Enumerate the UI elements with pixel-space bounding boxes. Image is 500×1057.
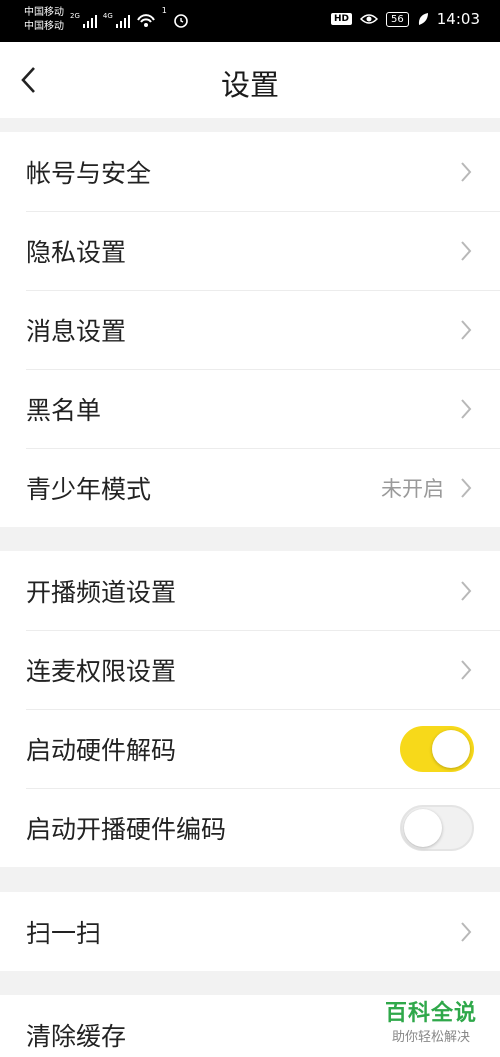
settings-group-live: 开播频道设置 连麦权限设置 启动硬件解码 启动开播硬件编码 xyxy=(0,551,500,867)
settings-item-messages[interactable]: 消息设置 xyxy=(0,290,500,369)
signal-icon: 2G xyxy=(70,12,97,28)
toggle-knob xyxy=(404,808,442,847)
settings-item-label: 隐私设置 xyxy=(26,237,127,267)
settings-item-label: 清除缓存 xyxy=(26,1021,127,1051)
watermark-title: 百科全说 xyxy=(384,1001,477,1026)
toggle-knob xyxy=(432,729,470,768)
settings-item-privacy[interactable]: 隐私设置 xyxy=(0,211,500,290)
settings-item-label: 青少年模式 xyxy=(26,474,152,504)
watermark-logo: 百科全说 助你轻松解决 xyxy=(370,999,492,1053)
page-title: 设置 xyxy=(220,68,279,102)
carrier-1: 中国移动 xyxy=(24,7,64,18)
watermark-subtitle: 助你轻松解决 xyxy=(391,1030,470,1045)
carrier-2: 中国移动 xyxy=(24,21,64,32)
alarm-icon xyxy=(174,14,188,28)
chevron-right-icon xyxy=(461,240,472,261)
settings-item-label: 启动硬件解码 xyxy=(26,735,177,765)
settings-item-account-security[interactable]: 帐号与安全 xyxy=(0,132,500,211)
chevron-right-icon xyxy=(461,921,472,942)
carrier-labels: 中国移动 中国移动 xyxy=(24,6,64,34)
settings-group-scan: 扫一扫 xyxy=(0,892,500,971)
chevron-right-icon xyxy=(461,319,472,340)
signal-icon: 4G xyxy=(103,12,130,28)
teen-mode-status: 未开启 xyxy=(381,476,444,501)
battery-indicator: 56 xyxy=(386,11,409,27)
settings-item-label: 开播频道设置 xyxy=(26,577,177,607)
settings-item-hardware-decode: 启动硬件解码 xyxy=(0,709,500,788)
chevron-right-icon xyxy=(461,580,472,601)
hardware-encode-toggle[interactable] xyxy=(400,804,474,851)
top-nav-bar: 设置 xyxy=(0,42,500,118)
settings-item-live-channel[interactable]: 开播频道设置 xyxy=(0,551,500,630)
settings-item-mic-link-permission[interactable]: 连麦权限设置 xyxy=(0,630,500,709)
settings-item-label: 连麦权限设置 xyxy=(26,656,177,686)
settings-item-teen-mode[interactable]: 青少年模式 未开启 xyxy=(0,448,500,527)
chevron-right-icon xyxy=(461,659,472,680)
status-bar: 中国移动 中国移动 2G 4G 1 HD 56 14:03 xyxy=(0,0,500,42)
eye-icon xyxy=(360,14,379,24)
settings-item-label: 黑名单 xyxy=(26,395,102,425)
settings-item-blacklist[interactable]: 黑名单 xyxy=(0,369,500,448)
settings-group-account: 帐号与安全 隐私设置 消息设置 黑名单 青少年模式 未开启 xyxy=(0,132,500,527)
settings-item-scan[interactable]: 扫一扫 xyxy=(0,892,500,971)
chevron-right-icon xyxy=(461,398,472,419)
settings-item-label: 扫一扫 xyxy=(26,918,102,948)
wifi-badge: 1 xyxy=(161,6,167,15)
chevron-right-icon xyxy=(461,477,472,498)
settings-item-label: 帐号与安全 xyxy=(26,158,152,188)
settings-item-hardware-encode: 启动开播硬件编码 xyxy=(0,788,500,867)
chevron-right-icon xyxy=(461,161,472,182)
settings-item-label: 消息设置 xyxy=(26,316,127,346)
leaf-icon xyxy=(418,13,428,25)
hd-badge: HD xyxy=(331,13,353,25)
settings-item-label: 启动开播硬件编码 xyxy=(26,814,227,844)
wifi-icon xyxy=(136,14,155,27)
clock: 14:03 xyxy=(436,10,480,28)
hardware-decode-toggle[interactable] xyxy=(400,725,474,772)
